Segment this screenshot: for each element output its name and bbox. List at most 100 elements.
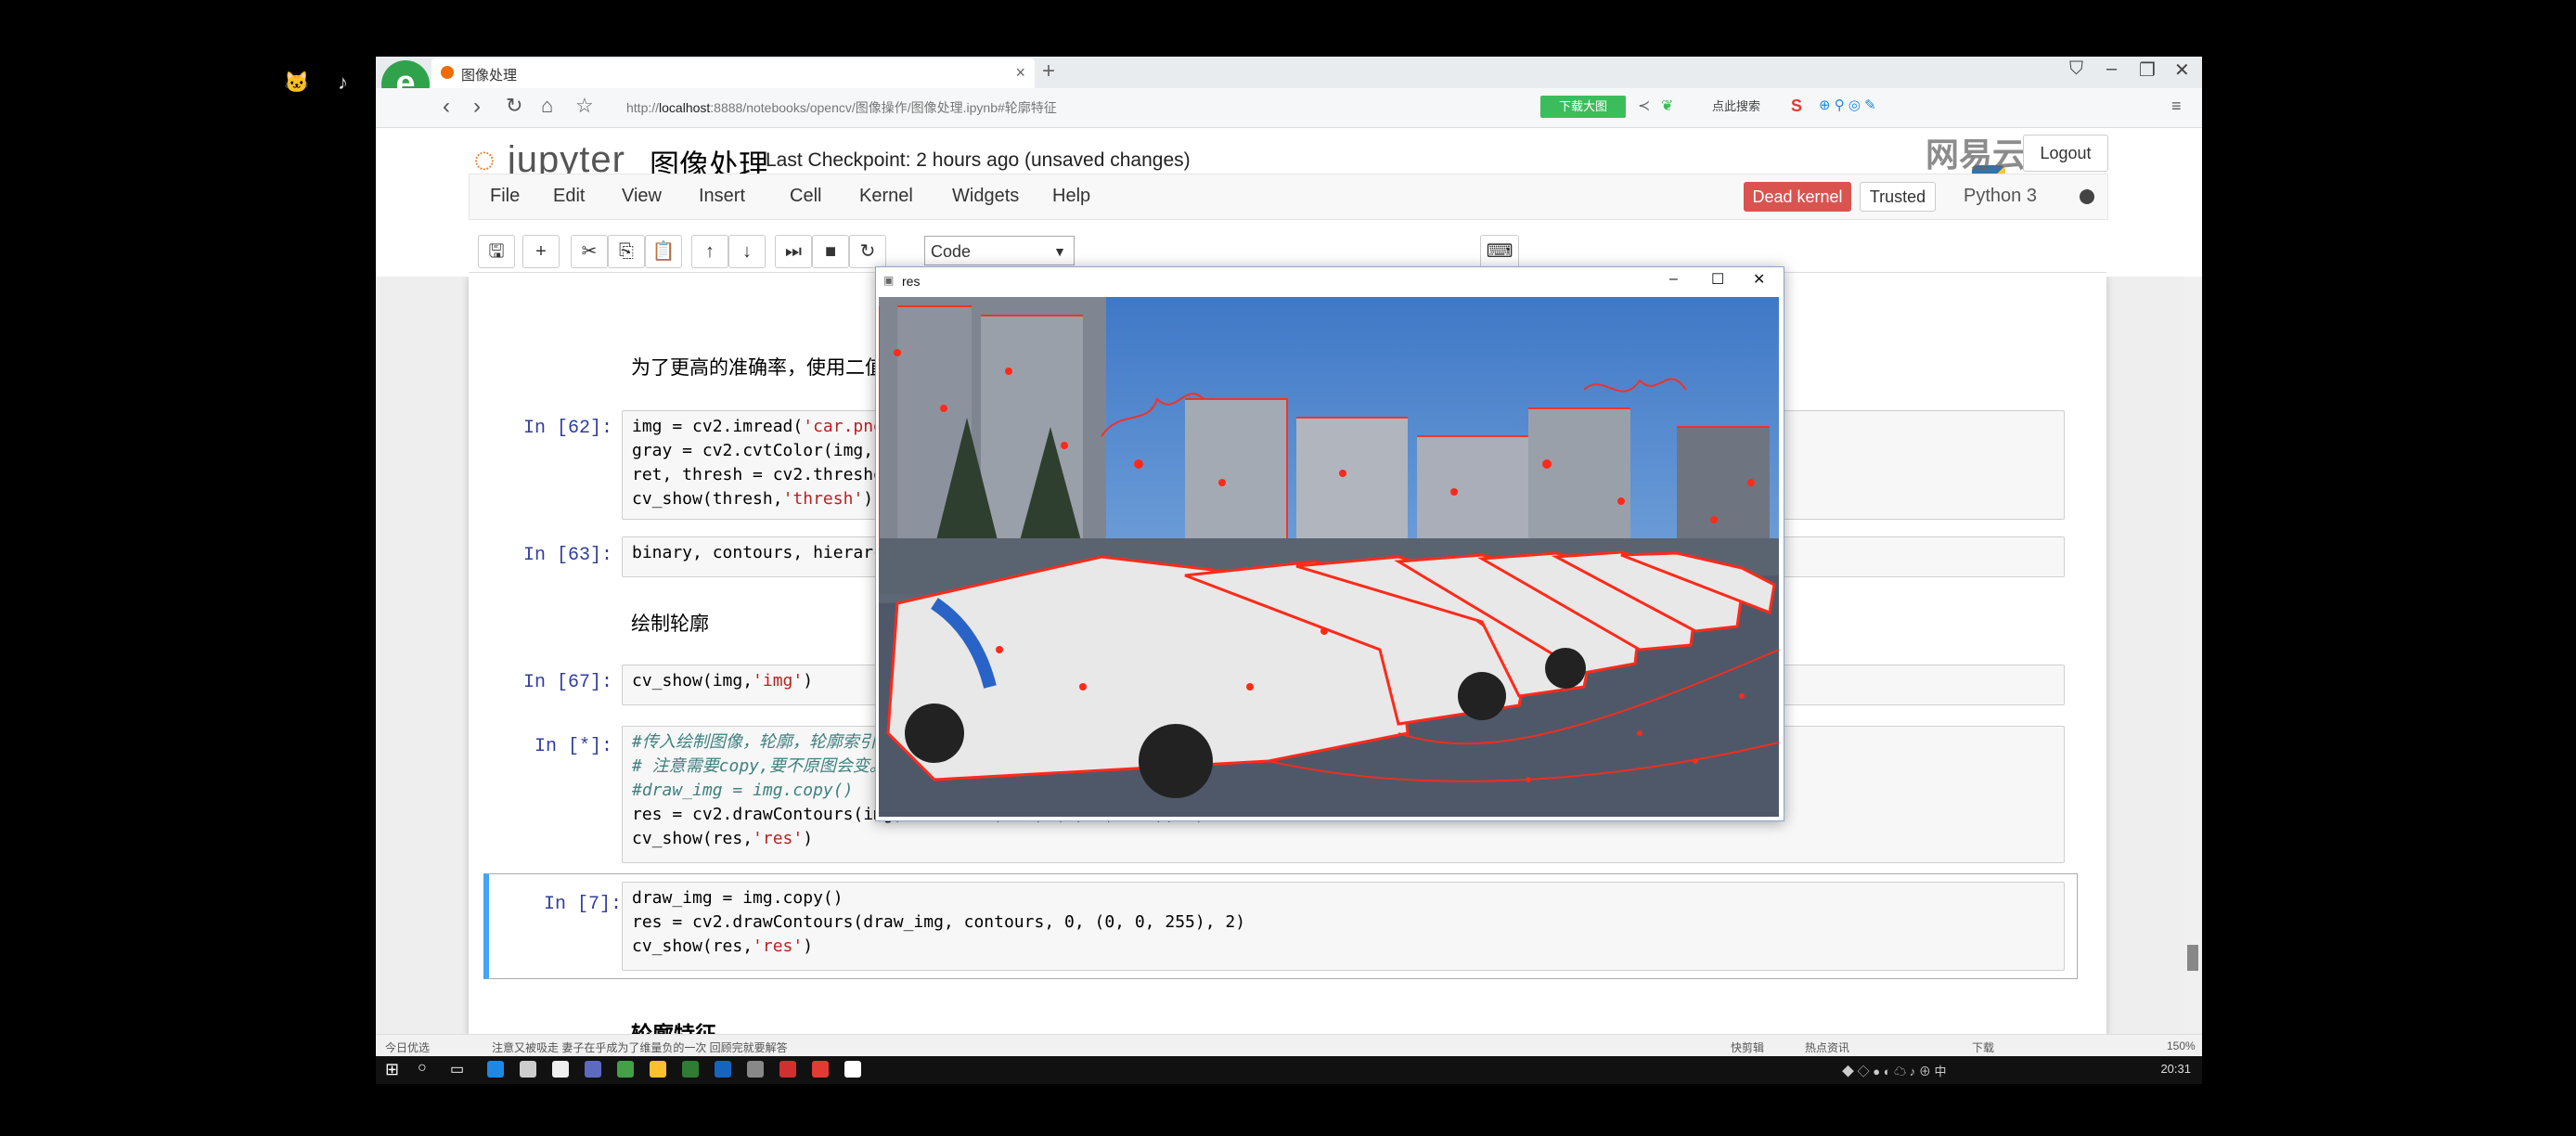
restore-icon[interactable]: ❐ xyxy=(2139,58,2156,82)
menu-edit[interactable]: Edit xyxy=(553,186,585,207)
cell-prompt: In [67]: xyxy=(522,672,612,693)
code-line: cv_show(res,'res') xyxy=(632,936,814,956)
scrollbar-thumb[interactable] xyxy=(2187,945,2198,971)
app-icon[interactable] xyxy=(812,1061,829,1078)
cat-icon: 🐱 xyxy=(284,71,310,94)
status-right-3[interactable]: 下载 xyxy=(1972,1039,1994,1055)
tray-icons[interactable]: ◆ ◇ ● ◐ ☁ ♪ ⊕ 中 xyxy=(1842,1062,1947,1079)
minimize-icon[interactable]: – xyxy=(2106,58,2117,80)
menu-kernel[interactable]: Kernel xyxy=(859,186,913,207)
refresh-icon[interactable]: ↻ xyxy=(506,94,522,118)
url-host: localhost xyxy=(659,100,711,115)
stop-icon[interactable]: ■ xyxy=(812,235,849,268)
tab-title: 图像处理 xyxy=(461,68,518,84)
res-window-titlebar[interactable]: ▣ res – ☐ ✕ xyxy=(876,267,1784,295)
cell-type-select[interactable]: Code ▼ xyxy=(924,236,1075,265)
folder-icon[interactable] xyxy=(650,1061,666,1078)
app-icon[interactable] xyxy=(520,1061,536,1078)
kernel-status-icon xyxy=(2080,189,2094,204)
url-path: :8888/notebooks/opencv/图像操作/图像处理.ipynb#轮… xyxy=(710,100,1057,115)
dead-kernel-badge[interactable]: Dead kernel xyxy=(1744,182,1851,212)
status-left-2[interactable]: 注意又被吸走 妻子在乎成为了维量负的一次 回顾完就要解答 xyxy=(492,1039,788,1055)
tab-bar: 图像处理 × + ⛉ – ❐ ✕ xyxy=(376,57,2202,88)
status-bar: 今日优选 注意又被吸走 妻子在乎成为了维量负的一次 回顾完就要解答 快剪辑 热点… xyxy=(376,1034,2202,1056)
cell-prompt: In [*]: xyxy=(534,736,612,757)
menu-icon[interactable]: ≡ xyxy=(2171,97,2182,116)
zoom-level[interactable]: 150% xyxy=(2167,1039,2196,1052)
jupyter-favicon-icon xyxy=(441,66,454,79)
app-icon[interactable] xyxy=(682,1061,699,1078)
home-icon[interactable]: ⌂ xyxy=(541,94,553,118)
kernel-name: Python 3 xyxy=(1964,186,2037,206)
star-icon[interactable]: ☆ xyxy=(575,94,594,118)
new-tab-icon[interactable]: + xyxy=(1042,58,1055,84)
menu-bar: File Edit View Insert Cell Kernel Widget… xyxy=(469,174,2108,220)
close-icon[interactable]: ✕ xyxy=(1753,270,1765,289)
close-window-icon[interactable]: ✕ xyxy=(2174,58,2190,82)
app-icon: ▣ xyxy=(883,274,895,287)
add-cell-icon[interactable]: + xyxy=(522,235,560,268)
mail-icon[interactable] xyxy=(552,1061,569,1078)
tab-image-processing[interactable]: 图像处理 × xyxy=(431,58,1035,88)
menu-help[interactable]: Help xyxy=(1052,186,1090,207)
markdown-draw-contours: 绘制轮廓 xyxy=(631,613,709,635)
menu-cell[interactable]: Cell xyxy=(790,186,821,207)
maximize-icon[interactable]: ☐ xyxy=(1711,270,1724,289)
cell-type-value: Code xyxy=(931,242,972,261)
menu-widgets[interactable]: Widgets xyxy=(952,186,1019,207)
url-prefix: http:// xyxy=(626,100,660,115)
share-icon[interactable]: ≺ xyxy=(1638,97,1650,115)
extensions-icon[interactable]: ⊕ ⚲ ◎ ✎ xyxy=(1819,97,1876,113)
close-tab-icon[interactable]: × xyxy=(1015,63,1025,83)
menu-view[interactable]: View xyxy=(622,186,662,207)
app-icon[interactable] xyxy=(617,1061,634,1078)
status-right-2[interactable]: 热点资讯 xyxy=(1805,1039,1849,1055)
restart-icon[interactable]: ↻ xyxy=(849,235,886,268)
cut-icon[interactable]: ✂ xyxy=(571,235,608,268)
status-right-1[interactable]: 快剪辑 xyxy=(1731,1039,1764,1055)
task-view-icon[interactable]: ▭ xyxy=(450,1060,464,1078)
checkpoint-status: Last Checkpoint: 2 hours ago (unsaved ch… xyxy=(766,149,1191,171)
tiktok-icon: ♪ xyxy=(338,71,348,94)
download-image-button[interactable]: 下载大图 xyxy=(1540,96,1626,118)
keyboard-icon[interactable]: ⌨ xyxy=(1480,235,1519,268)
menu-file[interactable]: File xyxy=(490,186,520,207)
opencv-res-window[interactable]: ▣ res – ☐ ✕ xyxy=(875,266,1784,821)
back-icon[interactable]: ‹ xyxy=(443,94,450,120)
app-icon[interactable] xyxy=(715,1061,731,1078)
cell-prompt: In [63]: xyxy=(522,545,612,566)
windows-start-icon[interactable]: ⊞ xyxy=(385,1060,399,1079)
res-window-title: res xyxy=(902,274,921,289)
move-down-icon[interactable]: ↓ xyxy=(728,235,766,268)
scrollbar[interactable] xyxy=(2183,277,2202,1038)
save-icon[interactable]: 🖫 xyxy=(478,235,515,268)
chevron-down-icon: ▼ xyxy=(1053,244,1066,259)
search-icon[interactable]: ○ xyxy=(418,1060,427,1077)
minimize-icon[interactable]: – xyxy=(1669,271,1678,288)
ie-icon[interactable] xyxy=(487,1061,504,1078)
leaf-icon[interactable]: ❦ xyxy=(1661,97,1673,115)
paste-icon[interactable]: 📋 xyxy=(645,235,682,268)
search-hint[interactable]: 点此搜索 xyxy=(1712,97,1760,114)
forward-icon[interactable]: › xyxy=(473,94,481,120)
code-line: draw_img = img.copy() xyxy=(632,888,844,908)
cell-prompt: In [7]: xyxy=(543,894,622,915)
status-left-1[interactable]: 今日优选 xyxy=(385,1039,430,1055)
app-icon[interactable] xyxy=(779,1061,796,1078)
notepad-icon[interactable] xyxy=(844,1061,861,1078)
logout-button[interactable]: Logout xyxy=(2023,135,2108,172)
app-icon[interactable] xyxy=(747,1061,764,1078)
menu-insert[interactable]: Insert xyxy=(699,186,745,207)
run-icon[interactable]: ⏭ xyxy=(775,235,812,268)
windows-taskbar: ⊞ ○ ▭ ◆ ◇ ● ◐ ☁ ♪ ⊕ 中 20:31 xyxy=(376,1056,2202,1084)
taskbar-clock[interactable]: 20:31 xyxy=(2160,1062,2191,1076)
trusted-badge[interactable]: Trusted xyxy=(1860,182,1936,212)
code-cell-7[interactable]: draw_img = img.copy() res = cv2.drawCont… xyxy=(622,882,2065,971)
sogou-icon[interactable]: S xyxy=(1791,97,1802,116)
contour-result-image xyxy=(879,297,1779,817)
app-icon[interactable] xyxy=(585,1061,601,1078)
nav-bar: ‹ › ↻ ⌂ ☆ http://localhost:8888/notebook… xyxy=(376,88,2202,128)
copy-icon[interactable]: ⎘ xyxy=(608,235,645,268)
move-up-icon[interactable]: ↑ xyxy=(691,235,728,268)
shield-icon[interactable]: ⛉ xyxy=(2069,58,2083,80)
